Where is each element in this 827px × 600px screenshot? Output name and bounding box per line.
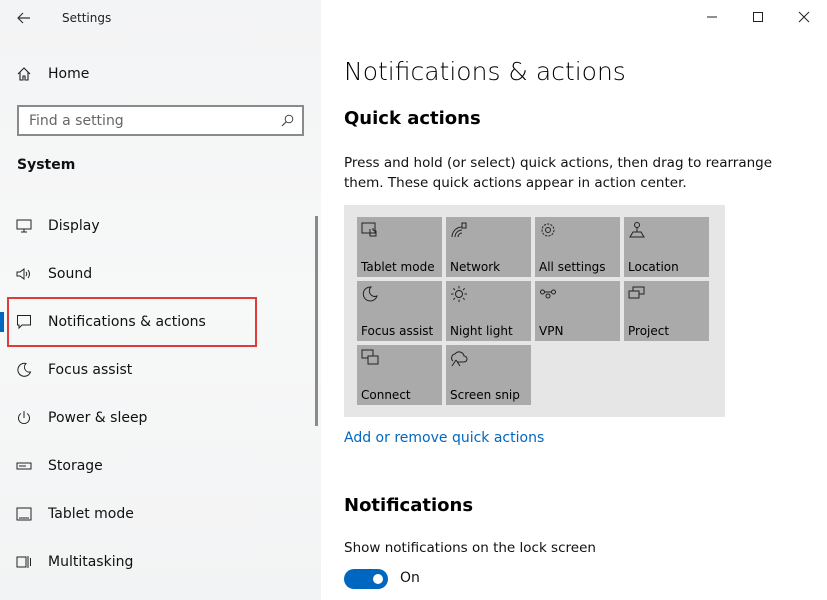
quick-actions-title: Quick actions — [344, 108, 481, 129]
search-input[interactable] — [29, 112, 281, 129]
tile-screen-snip[interactable]: Screen snip — [446, 345, 531, 405]
sidebar-item-tablet-mode[interactable]: Tablet mode — [0, 494, 321, 534]
tile-label: Connect — [361, 388, 411, 402]
network-icon — [451, 222, 467, 238]
notifications-title: Notifications — [344, 495, 474, 516]
sidebar-item-power-sleep[interactable]: Power & sleep — [0, 398, 321, 438]
tile-network[interactable]: Network — [446, 217, 531, 277]
sidebar-item-storage[interactable]: Storage — [0, 446, 321, 486]
section-title: System — [17, 157, 76, 173]
toggle-state-label: On — [400, 570, 420, 586]
tile-label: Screen snip — [450, 388, 520, 402]
tile-project[interactable]: Project — [624, 281, 709, 341]
sidebar-item-label: Tablet mode — [48, 506, 134, 522]
quick-actions-panel: Tablet mode Network All settings Locatio… — [344, 205, 725, 417]
tablet-mode-icon — [361, 222, 377, 237]
sidebar-item-label: Sound — [48, 266, 93, 282]
sun-icon — [451, 286, 467, 302]
toggle-knob — [373, 574, 383, 584]
app-title: Settings — [62, 11, 112, 25]
quick-actions-description: Press and hold (or select) quick actions… — [344, 155, 773, 191]
search-icon[interactable] — [281, 114, 294, 127]
location-icon — [629, 222, 645, 238]
page-title: Notifications & actions — [344, 57, 626, 86]
tile-label: Project — [628, 324, 670, 338]
tile-label: All settings — [539, 260, 606, 274]
multitasking-icon — [16, 556, 31, 568]
search-box[interactable] — [17, 105, 304, 136]
tile-label: Network — [450, 260, 501, 274]
moon-icon — [17, 362, 32, 377]
vpn-icon — [540, 289, 556, 299]
sidebar-item-label: Multitasking — [48, 554, 134, 570]
main-content: Notifications & actions Quick actions Pr… — [344, 0, 814, 600]
monitor-icon — [16, 219, 32, 233]
tablet-icon — [16, 507, 32, 521]
sidebar-home[interactable]: Home — [0, 56, 321, 92]
tile-label: VPN — [539, 324, 564, 338]
home-icon — [17, 67, 31, 81]
tile-tablet-mode[interactable]: Tablet mode — [357, 217, 442, 277]
tile-connect[interactable]: Connect — [357, 345, 442, 405]
storage-icon — [16, 462, 32, 470]
tile-all-settings[interactable]: All settings — [535, 217, 620, 277]
tile-label: Tablet mode — [361, 260, 435, 274]
home-label: Home — [48, 66, 90, 82]
sidebar-item-sound[interactable]: Sound — [0, 254, 321, 294]
sidebar-item-label: Display — [48, 218, 100, 234]
tile-vpn[interactable]: VPN — [535, 281, 620, 341]
screen-snip-icon — [451, 351, 468, 367]
lock-screen-notifications-label: Show notifications on the lock screen — [344, 540, 596, 556]
tile-focus-assist[interactable]: Focus assist — [357, 281, 442, 341]
speaker-icon — [16, 268, 30, 280]
tile-label: Focus assist — [361, 324, 434, 338]
sidebar-item-label: Power & sleep — [48, 410, 148, 426]
lock-screen-notifications-toggle[interactable] — [344, 569, 388, 589]
moon-icon — [362, 286, 378, 302]
gear-icon — [541, 223, 555, 237]
add-remove-quick-actions-link[interactable]: Add or remove quick actions — [344, 430, 544, 446]
sidebar-item-label: Storage — [48, 458, 103, 474]
tile-label: Location — [628, 260, 679, 274]
highlight-annotation — [7, 297, 257, 347]
back-button[interactable] — [0, 0, 48, 36]
sidebar-scrollbar[interactable] — [315, 216, 318, 426]
tile-label: Night light — [450, 324, 513, 338]
tile-night-light[interactable]: Night light — [446, 281, 531, 341]
sidebar-item-label: Focus assist — [48, 362, 133, 378]
back-arrow-icon — [17, 12, 30, 24]
title-bar: Settings — [0, 0, 321, 36]
tile-location[interactable]: Location — [624, 217, 709, 277]
power-icon — [18, 411, 30, 425]
sidebar-item-focus-assist[interactable]: Focus assist — [0, 350, 321, 390]
project-icon — [628, 286, 645, 299]
connect-icon — [361, 349, 379, 365]
sidebar-item-display[interactable]: Display — [0, 206, 321, 246]
sidebar-item-multitasking[interactable]: Multitasking — [0, 542, 321, 582]
